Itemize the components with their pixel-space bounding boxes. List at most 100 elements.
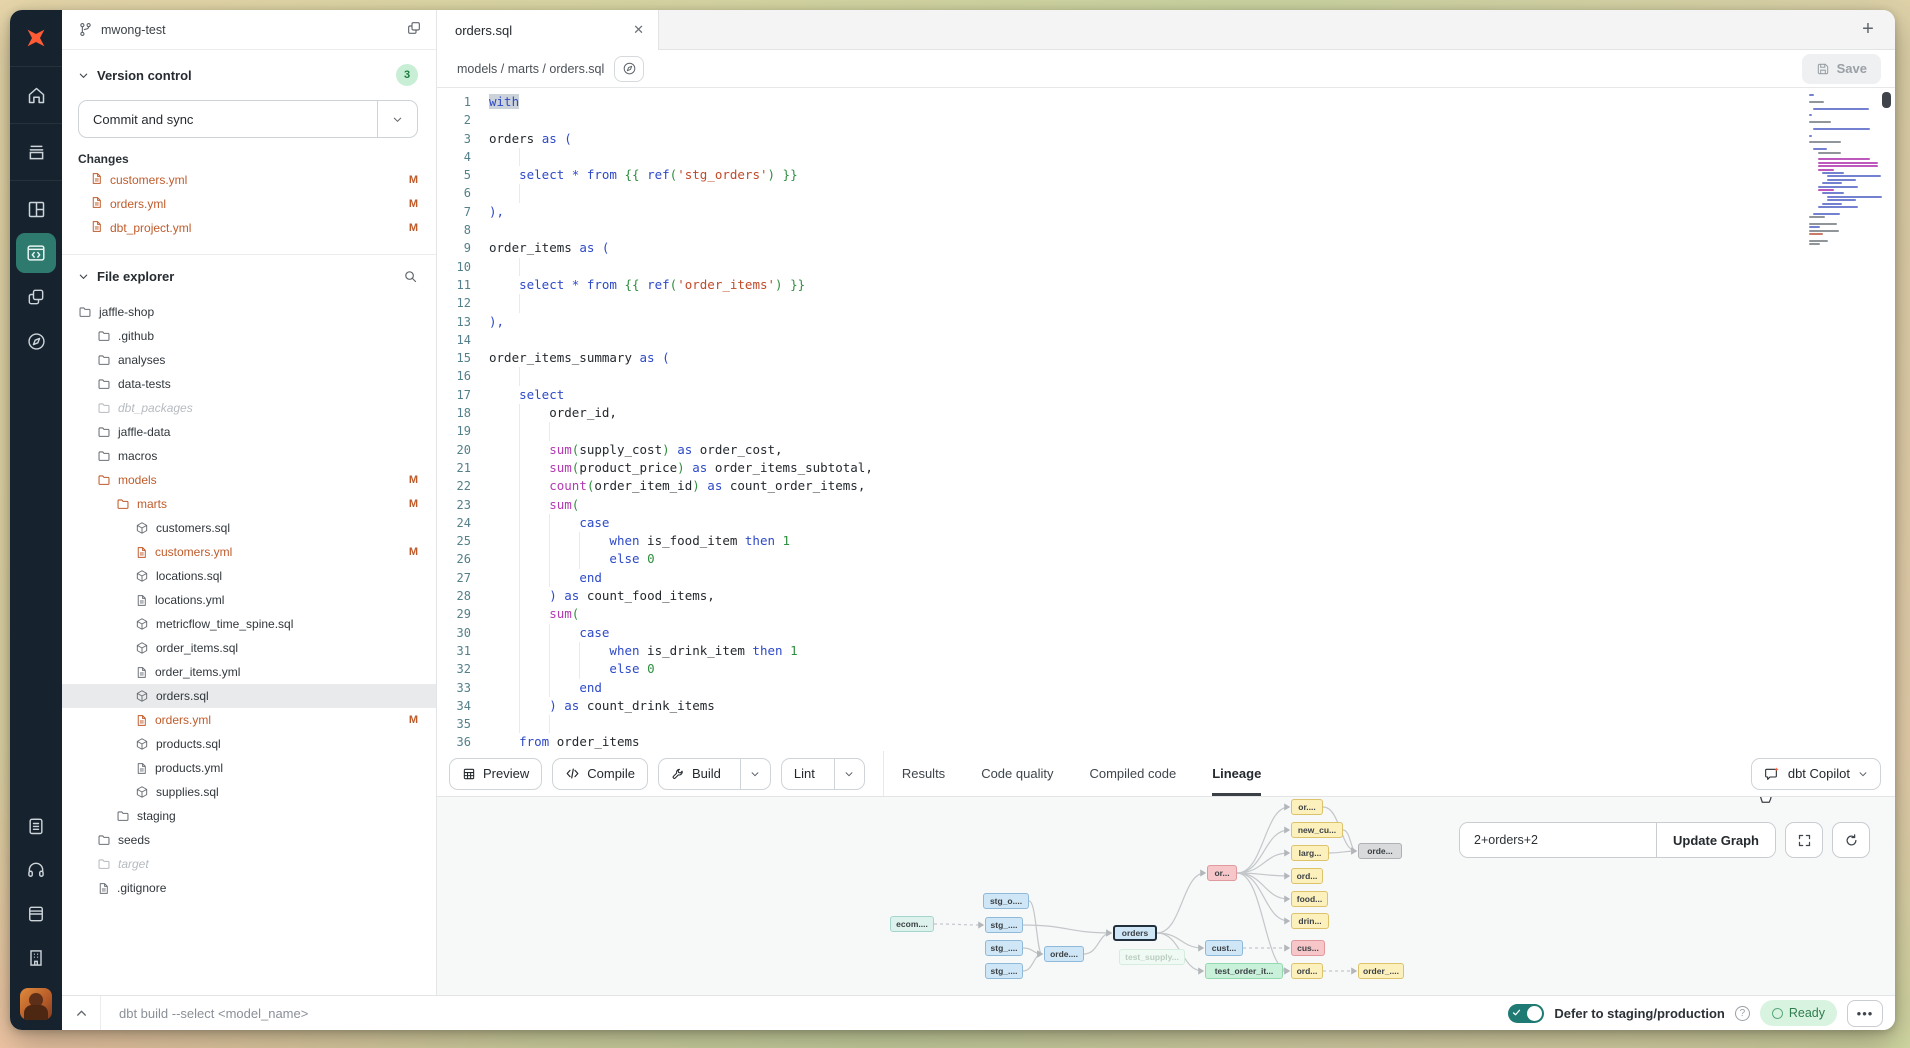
tab-results[interactable]: Results bbox=[902, 751, 945, 796]
code-line-16[interactable]: 16 bbox=[437, 367, 1895, 385]
lineage-node-test_order_it[interactable]: test_order_it... bbox=[1205, 963, 1283, 979]
lineage-node-ecom[interactable]: ecom.... bbox=[890, 916, 934, 932]
tree-item-jaffle-shop[interactable]: jaffle-shop bbox=[62, 300, 436, 324]
code-line-28[interactable]: 28 ) as count_food_items, bbox=[437, 587, 1895, 605]
code-line-25[interactable]: 25 when is_food_item then 1 bbox=[437, 532, 1895, 550]
lineage-node-food[interactable]: food... bbox=[1291, 891, 1328, 907]
code-line-7[interactable]: 7), bbox=[437, 203, 1895, 221]
tree-item-models[interactable]: modelsM bbox=[62, 468, 436, 492]
lineage-node-ord[interactable]: ord... bbox=[1291, 963, 1323, 979]
changed-file-dbt_project.yml[interactable]: dbt_project.yml M bbox=[62, 216, 436, 240]
save-button[interactable]: Save bbox=[1802, 54, 1881, 84]
changed-file-orders.yml[interactable]: orders.yml M bbox=[62, 192, 436, 216]
lineage-node-new_cu[interactable]: new_cu... bbox=[1291, 822, 1343, 838]
code-line-21[interactable]: 21 sum(product_price) as order_items_sub… bbox=[437, 459, 1895, 477]
expand-command-bar[interactable] bbox=[62, 1007, 100, 1020]
code-line-27[interactable]: 27 end bbox=[437, 569, 1895, 587]
tree-item-dbt_packages[interactable]: dbt_packages bbox=[62, 396, 436, 420]
file-explorer-header[interactable]: File explorer bbox=[62, 255, 436, 294]
tree-item-orders.yml[interactable]: orders.ymlM bbox=[62, 708, 436, 732]
duplicate-icon[interactable] bbox=[406, 20, 422, 39]
lint-dropdown[interactable] bbox=[834, 759, 864, 789]
deploy-button[interactable] bbox=[16, 132, 56, 172]
scrollbar-thumb[interactable] bbox=[1882, 92, 1891, 108]
lineage-node-orde[interactable]: orde... bbox=[1358, 843, 1402, 859]
lineage-node-cus[interactable]: cus... bbox=[1291, 940, 1325, 956]
version-control-header[interactable]: Version control 3 bbox=[62, 50, 436, 96]
tree-item-order_items.sql[interactable]: order_items.sql bbox=[62, 636, 436, 660]
code-line-34[interactable]: 34 ) as count_drink_items bbox=[437, 697, 1895, 715]
lineage-node-stg_[interactable]: stg_.... bbox=[985, 940, 1023, 956]
code-line-19[interactable]: 19 bbox=[437, 422, 1895, 440]
tree-item-metricflow_time_spine.sql[interactable]: metricflow_time_spine.sql bbox=[62, 612, 436, 636]
lineage-node-drin[interactable]: drin... bbox=[1291, 913, 1329, 929]
lineage-node-test_supply[interactable]: test_supply... bbox=[1119, 949, 1185, 965]
code-editor[interactable]: 1with23orders as (45 select * from {{ re… bbox=[437, 88, 1895, 751]
tree-item-locations.sql[interactable]: locations.sql bbox=[62, 564, 436, 588]
copy-workspace-button[interactable] bbox=[16, 277, 56, 317]
editor-scrollbar[interactable] bbox=[1880, 90, 1891, 749]
code-line-23[interactable]: 23 sum( bbox=[437, 496, 1895, 514]
search-icon[interactable] bbox=[403, 269, 418, 284]
code-line-9[interactable]: 9order_items as ( bbox=[437, 239, 1895, 257]
preview-button[interactable]: Preview bbox=[449, 758, 542, 790]
lineage-node-ord[interactable]: ord... bbox=[1291, 868, 1323, 884]
tree-item-staging[interactable]: staging bbox=[62, 804, 436, 828]
build-button[interactable]: Build bbox=[658, 758, 771, 790]
code-line-31[interactable]: 31 when is_drink_item then 1 bbox=[437, 642, 1895, 660]
code-line-13[interactable]: 13), bbox=[437, 313, 1895, 331]
tree-item-data-tests[interactable]: data-tests bbox=[62, 372, 436, 396]
tree-item-locations.yml[interactable]: locations.yml bbox=[62, 588, 436, 612]
tree-item-orders.sql[interactable]: orders.sql bbox=[62, 684, 436, 708]
tree-item-.github[interactable]: .github bbox=[62, 324, 436, 348]
changed-file-customers.yml[interactable]: customers.yml M bbox=[62, 168, 436, 192]
lineage-node-cust[interactable]: cust... bbox=[1205, 940, 1243, 956]
update-graph-button[interactable]: Update Graph bbox=[1656, 823, 1775, 857]
tree-item-customers.sql[interactable]: customers.sql bbox=[62, 516, 436, 540]
code-line-8[interactable]: 8 bbox=[437, 221, 1895, 239]
defer-toggle[interactable] bbox=[1508, 1004, 1544, 1023]
dashboard-button[interactable] bbox=[16, 189, 56, 229]
tree-item-analyses[interactable]: analyses bbox=[62, 348, 436, 372]
help-icon[interactable]: ? bbox=[1735, 1006, 1750, 1021]
tree-item-target[interactable]: target bbox=[62, 852, 436, 876]
lineage-node-order_[interactable]: order_.... bbox=[1358, 963, 1404, 979]
selector-input[interactable] bbox=[1460, 823, 1656, 857]
commit-and-sync-button[interactable]: Commit and sync bbox=[78, 100, 418, 138]
tab-compiled-code[interactable]: Compiled code bbox=[1089, 751, 1176, 796]
code-line-22[interactable]: 22 count(order_item_id) as count_order_i… bbox=[437, 477, 1895, 495]
tree-item-marts[interactable]: martsM bbox=[62, 492, 436, 516]
tree-item-macros[interactable]: macros bbox=[62, 444, 436, 468]
commit-dropdown[interactable] bbox=[377, 101, 417, 137]
tab-orders-sql[interactable]: orders.sql ✕ bbox=[437, 10, 659, 50]
lineage-node-stg_o[interactable]: stg_o.... bbox=[983, 893, 1029, 909]
code-line-36[interactable]: 36 from order_items bbox=[437, 733, 1895, 751]
org-button[interactable] bbox=[16, 938, 56, 978]
tree-item-customers.yml[interactable]: customers.ymlM bbox=[62, 540, 436, 564]
home-button[interactable] bbox=[16, 75, 56, 115]
close-icon[interactable]: ✕ bbox=[633, 22, 644, 38]
branch-name[interactable]: mwong-test bbox=[101, 23, 166, 37]
lineage-node-or[interactable]: or... bbox=[1207, 865, 1237, 881]
ide-button[interactable] bbox=[16, 233, 56, 273]
code-line-11[interactable]: 11 select * from {{ ref('order_items') }… bbox=[437, 276, 1895, 294]
lineage-node-orde[interactable]: orde.... bbox=[1044, 946, 1084, 962]
code-line-15[interactable]: 15order_items_summary as ( bbox=[437, 349, 1895, 367]
lineage-node-stg_[interactable]: stg_.... bbox=[985, 917, 1023, 933]
code-line-6[interactable]: 6 bbox=[437, 184, 1895, 202]
status-badge[interactable]: Ready bbox=[1760, 1000, 1837, 1026]
lineage-node-stg_[interactable]: stg_.... bbox=[985, 963, 1023, 979]
tree-item-products.sql[interactable]: products.sql bbox=[62, 732, 436, 756]
code-line-33[interactable]: 33 end bbox=[437, 679, 1895, 697]
code-line-4[interactable]: 4 bbox=[437, 148, 1895, 166]
fullscreen-button[interactable] bbox=[1785, 822, 1823, 858]
build-dropdown[interactable] bbox=[740, 759, 770, 789]
refresh-button[interactable] bbox=[1832, 822, 1870, 858]
code-line-5[interactable]: 5 select * from {{ ref('stg_orders') }} bbox=[437, 166, 1895, 184]
code-line-32[interactable]: 32 else 0 bbox=[437, 660, 1895, 678]
new-tab-button[interactable]: + bbox=[1841, 10, 1895, 49]
more-options-button[interactable]: ••• bbox=[1847, 1000, 1883, 1027]
tab-code-quality[interactable]: Code quality bbox=[981, 751, 1053, 796]
code-line-18[interactable]: 18 order_id, bbox=[437, 404, 1895, 422]
tree-item-.gitignore[interactable]: .gitignore bbox=[62, 876, 436, 900]
